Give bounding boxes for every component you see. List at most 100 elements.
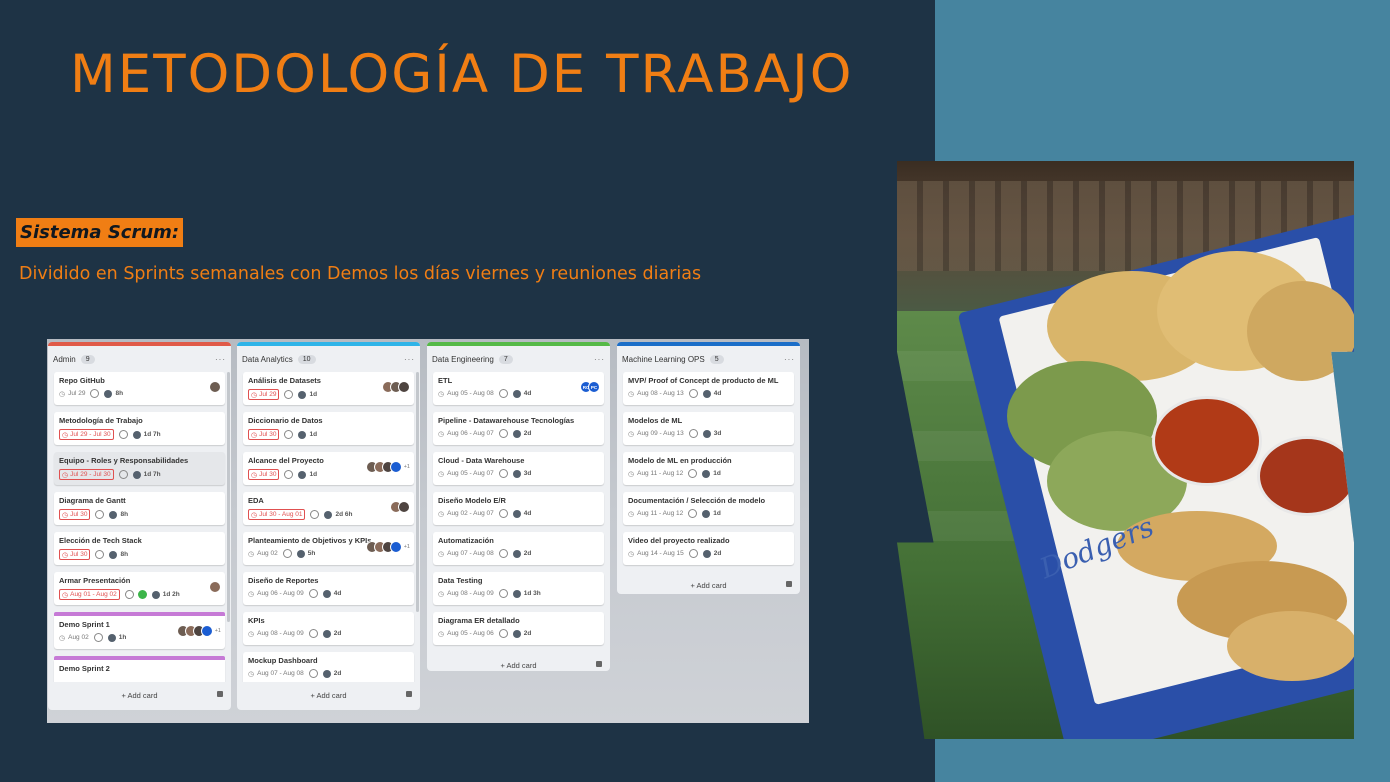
add-card-label: + Add card xyxy=(690,580,727,590)
card-date-overdue: ◷ Jul 29 - Jul 30 xyxy=(59,429,114,440)
task-card[interactable]: Planteamiento de Objetivos y KPIs ◷ Aug 0… xyxy=(243,532,414,565)
avatar[interactable] xyxy=(209,581,221,593)
column-header[interactable]: Data Engineering 7 ··· xyxy=(427,346,610,372)
task-card[interactable]: Data Testing ◷ Aug 08 - Aug 09 1d 3h xyxy=(433,572,604,605)
card-title: Video del proyecto realizado xyxy=(628,536,730,545)
task-card[interactable]: Diseño de Reportes ◷ Aug 06 - Aug 09 4d xyxy=(243,572,414,605)
status-circle-icon[interactable] xyxy=(498,469,508,478)
status-circle-icon[interactable] xyxy=(498,509,508,518)
status-circle-icon[interactable] xyxy=(90,389,100,398)
status-circle-icon[interactable] xyxy=(498,549,508,558)
card-date: ◷ Aug 09 - Aug 13 xyxy=(628,430,684,438)
avatar[interactable] xyxy=(398,381,410,393)
status-circle-icon[interactable] xyxy=(688,469,698,478)
status-circle-icon[interactable] xyxy=(498,389,508,398)
avatar[interactable] xyxy=(200,625,213,637)
task-card[interactable]: Armar Presentación ◷ Aug 01 - Aug 02 1d 2… xyxy=(54,572,225,605)
avatar-initials[interactable]: PC xyxy=(588,381,600,393)
card-title: Mockup Dashboard xyxy=(248,656,318,665)
status-circle-icon[interactable] xyxy=(284,470,294,479)
task-card[interactable]: Automatización ◷ Aug 07 - Aug 08 2d xyxy=(433,532,604,565)
task-card[interactable]: EDA ◷ Jul 30 - Aug 01 2d 6h xyxy=(243,492,414,525)
card-date: ◷ Aug 05 - Aug 08 xyxy=(438,390,494,398)
status-circle-icon[interactable] xyxy=(310,510,320,519)
copy-template-icon[interactable] xyxy=(217,691,223,697)
status-circle-icon[interactable] xyxy=(118,470,128,479)
task-card[interactable]: Modelos de ML ◷ Aug 09 - Aug 13 3d xyxy=(623,412,794,445)
card-date-overdue: ◷ Jul 30 xyxy=(248,429,280,440)
column-more-icon[interactable]: ··· xyxy=(215,355,226,364)
status-circle-icon[interactable] xyxy=(498,429,508,438)
status-circle-icon[interactable] xyxy=(308,629,318,638)
column-more-icon[interactable]: ··· xyxy=(594,355,605,364)
column-cards: ETL ◷ Aug 05 - Aug 08 4d RC PC Pipeline -… xyxy=(427,372,610,652)
task-card[interactable]: ETL ◷ Aug 05 - Aug 08 4d RC PC xyxy=(433,372,604,405)
task-card[interactable]: Demo Sprint 1 ◷ Aug 02 1h +1 xyxy=(54,616,225,649)
status-circle-icon[interactable] xyxy=(284,390,294,399)
status-circle-icon[interactable] xyxy=(688,549,698,558)
task-card[interactable]: Documentación / Selección de modelo ◷ Aug… xyxy=(623,492,794,525)
column-more-icon[interactable]: ··· xyxy=(404,355,415,364)
status-circle-icon[interactable] xyxy=(498,629,508,638)
status-circle-icon[interactable] xyxy=(118,430,128,439)
copy-template-icon[interactable] xyxy=(596,661,602,667)
copy-template-icon[interactable] xyxy=(406,691,412,697)
card-title: ETL xyxy=(438,376,453,385)
task-card[interactable]: Alcance del Proyecto ◷ Jul 30 1d +1 xyxy=(243,452,414,485)
task-card[interactable]: Demo Sprint 2 xyxy=(54,660,225,682)
add-card-button[interactable]: + Add card xyxy=(237,682,420,708)
status-circle-icon[interactable] xyxy=(282,549,292,558)
task-card[interactable]: Cloud - Data Warehouse ◷ Aug 05 - Aug 07 … xyxy=(433,452,604,485)
add-card-button[interactable]: + Add card xyxy=(617,572,800,594)
task-card[interactable]: Elección de Tech Stack ◷ Jul 30 8h xyxy=(54,532,225,565)
column-header[interactable]: Machine Learning OPS 5 ··· xyxy=(617,346,800,372)
status-circle-icon[interactable] xyxy=(498,589,508,598)
status-circle-icon[interactable] xyxy=(308,669,318,678)
task-card[interactable]: Pipeline - Datawarehouse Tecnologías ◷ Au… xyxy=(433,412,604,445)
task-card[interactable]: Mockup Dashboard ◷ Aug 07 - Aug 08 2d xyxy=(243,652,414,682)
task-card[interactable]: Repo GitHub ◷ Jul 29 8h xyxy=(54,372,225,405)
task-card[interactable]: Diccionario de Datos ◷ Jul 30 1d xyxy=(243,412,414,445)
task-card[interactable]: Metodología de Trabajo ◷ Jul 29 - Jul 30 … xyxy=(54,412,225,445)
avatar[interactable] xyxy=(209,381,221,393)
clock-icon: ◷ xyxy=(248,630,255,638)
task-card[interactable]: Diseño Modelo E/R ◷ Aug 02 - Aug 07 4d xyxy=(433,492,604,525)
clock-icon: ◷ xyxy=(251,471,258,479)
time-estimate-icon xyxy=(132,430,141,439)
card-date-overdue: ◷ Jul 30 xyxy=(59,549,91,560)
avatar-more-count[interactable]: +1 xyxy=(404,464,410,470)
avatar[interactable] xyxy=(389,461,402,473)
column-more-icon[interactable]: ··· xyxy=(784,355,795,364)
status-done-icon[interactable] xyxy=(137,590,147,599)
card-duration: 4d xyxy=(713,390,722,397)
status-circle-icon[interactable] xyxy=(93,633,103,642)
task-card[interactable]: Diagrama de Gantt ◷ Jul 30 8h xyxy=(54,492,225,525)
task-card[interactable]: Modelo de ML en producción ◷ Aug 11 - Aug… xyxy=(623,452,794,485)
task-card[interactable]: Análisis de Datasets ◷ Jul 29 1d xyxy=(243,372,414,405)
column-header[interactable]: Data Analytics 10 ··· xyxy=(237,346,420,372)
status-circle-icon[interactable] xyxy=(95,510,105,519)
avatar[interactable] xyxy=(389,541,402,553)
task-card[interactable]: Diagrama ER detallado ◷ Aug 05 - Aug 06 2… xyxy=(433,612,604,645)
time-estimate-icon xyxy=(512,389,521,398)
task-card[interactable]: KPIs ◷ Aug 08 - Aug 09 2d xyxy=(243,612,414,645)
avatar[interactable] xyxy=(398,501,410,513)
copy-template-icon[interactable] xyxy=(786,581,792,587)
status-circle-icon[interactable] xyxy=(95,550,105,559)
status-circle-icon[interactable] xyxy=(688,509,698,518)
status-circle-icon[interactable] xyxy=(688,389,698,398)
column-header[interactable]: Admin 9 ··· xyxy=(48,346,231,372)
card-title: Repo GitHub xyxy=(59,376,105,385)
task-card[interactable]: MVP/ Proof of Concept de producto de ML … xyxy=(623,372,794,405)
status-circle-icon[interactable] xyxy=(124,590,134,599)
avatar-more-count[interactable]: +1 xyxy=(215,628,221,634)
add-card-button[interactable]: + Add card xyxy=(48,682,231,708)
status-circle-icon[interactable] xyxy=(688,429,698,438)
status-circle-icon[interactable] xyxy=(284,430,294,439)
avatar-more-count[interactable]: +1 xyxy=(404,544,410,550)
task-card[interactable]: Video del proyecto realizado ◷ Aug 14 - A… xyxy=(623,532,794,565)
task-card[interactable]: Equipo - Roles y Responsabilidades ◷ Jul … xyxy=(54,452,225,485)
card-duration: 2d xyxy=(333,630,342,637)
add-card-button[interactable]: + Add card xyxy=(427,652,610,671)
status-circle-icon[interactable] xyxy=(308,589,318,598)
